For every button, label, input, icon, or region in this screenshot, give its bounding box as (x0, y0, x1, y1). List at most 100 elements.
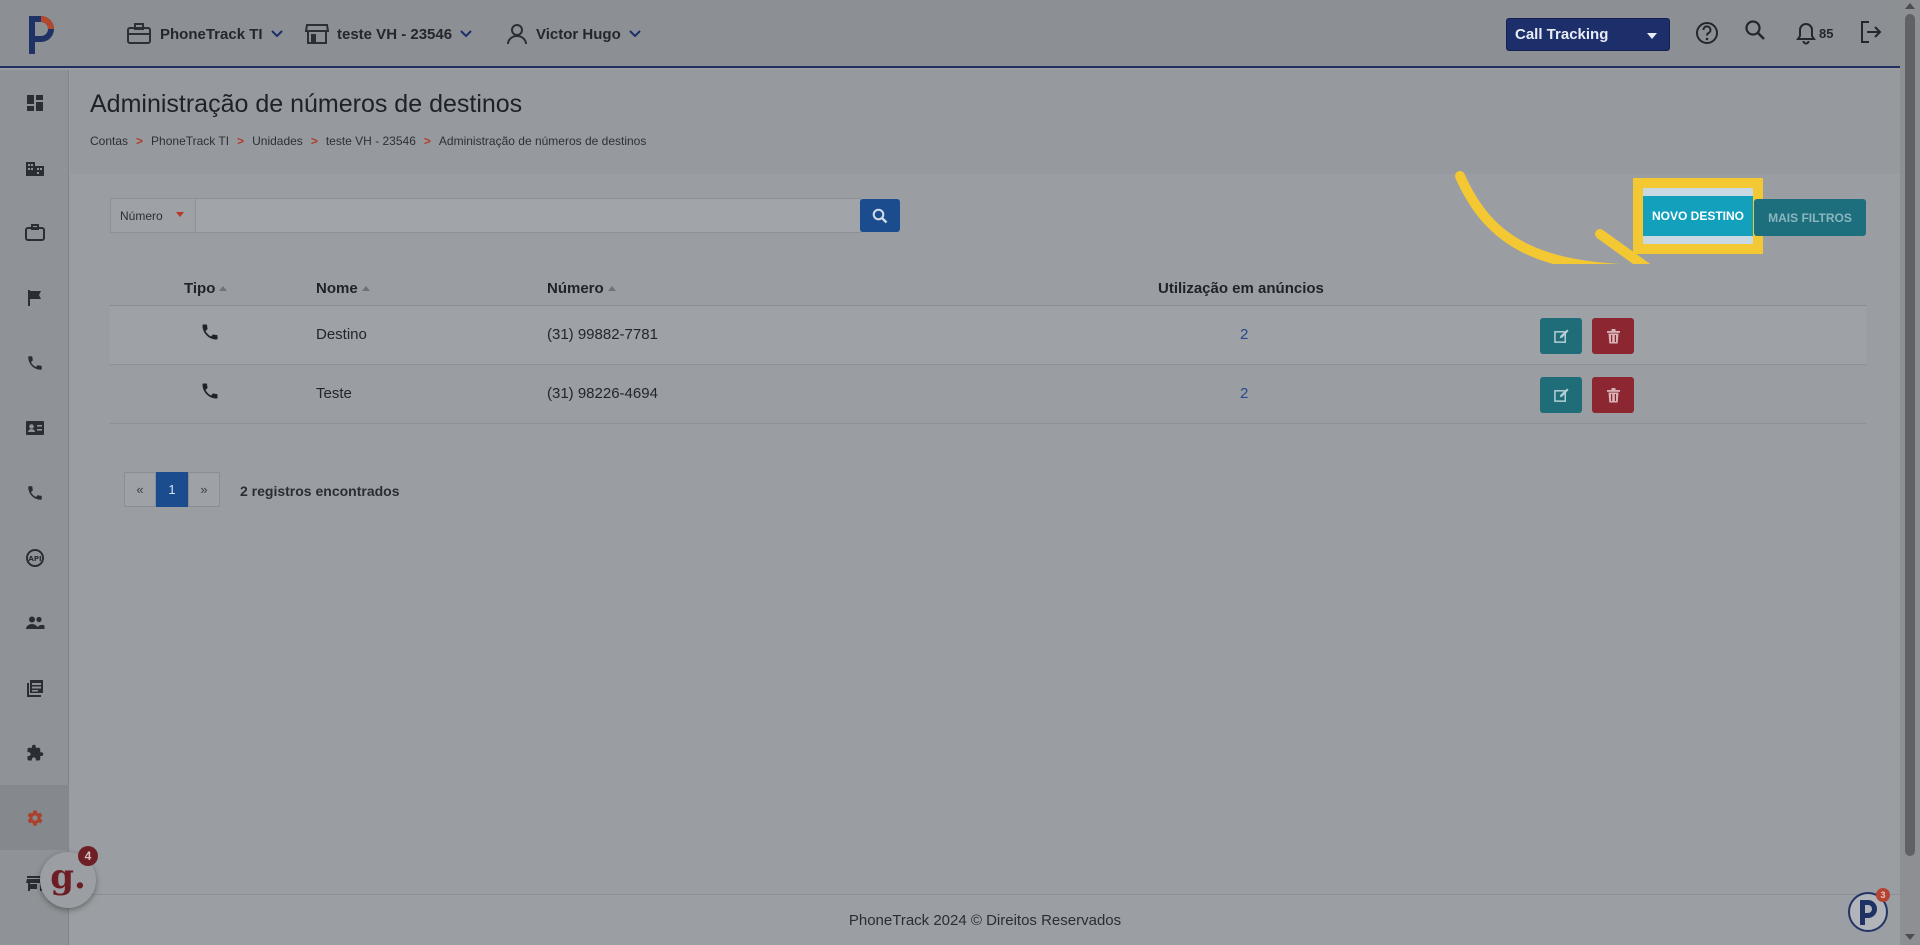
pagination-prev[interactable]: « (124, 472, 156, 507)
unit-name: teste VH - 23546 (337, 25, 453, 43)
flag-icon (27, 289, 41, 306)
account-name: PhoneTrack TI (160, 25, 263, 43)
scroll-down-arrow[interactable] (1905, 934, 1915, 940)
breadcrumb-item-unit[interactable]: teste VH - 23546 (326, 134, 416, 148)
delete-button[interactable] (1592, 318, 1634, 354)
account-selector[interactable]: PhoneTrack TI (126, 20, 283, 48)
search-field-select-value: Número (120, 208, 163, 223)
column-header-nome[interactable]: Nome (316, 280, 370, 297)
notifications[interactable]: 85 (1795, 21, 1833, 45)
phonetrack-logo[interactable] (22, 12, 58, 56)
new-destination-label: NOVO DESTINO (1643, 188, 1753, 244)
cell-usage-link[interactable]: 2 (1240, 385, 1248, 402)
guide-widget-badge: 4 (78, 846, 98, 866)
more-filters-button[interactable]: MAIS FILTROS (1754, 199, 1866, 236)
top-navbar: PhoneTrack TI teste VH - 23546 Victor Hu… (0, 0, 1900, 68)
notifications-count: 85 (1819, 25, 1834, 41)
sidebar-item-phone-numbers[interactable] (0, 460, 69, 525)
sidebar-item-users[interactable] (0, 590, 69, 655)
breadcrumb-item-current: Administração de números de destinos (438, 134, 647, 148)
phonetrack-chat-icon (1860, 900, 1877, 925)
unit-selector[interactable]: teste VH - 23546 (305, 20, 472, 48)
cell-name: Teste (316, 385, 352, 402)
sort-icon (607, 286, 616, 291)
cell-number: (31) 99882-7781 (547, 326, 658, 343)
scroll-up-arrow[interactable] (1905, 3, 1915, 9)
sidebar-item-campaigns[interactable] (0, 265, 69, 330)
pagination-next[interactable]: » (188, 472, 220, 507)
breadcrumb-separator: > (136, 134, 144, 148)
store-icon (305, 24, 329, 44)
caret-down-icon (176, 212, 184, 217)
sidebar-item-integrations[interactable]: API (0, 525, 69, 590)
breadcrumb-item-contas[interactable]: Contas (90, 134, 128, 148)
column-label: Número (547, 280, 604, 297)
sidebar-item-reports[interactable] (0, 655, 69, 720)
page-scrollbar[interactable] (1900, 0, 1920, 945)
product-select-value: Call Tracking (1515, 26, 1609, 43)
chevron-down-icon (270, 30, 283, 38)
footer-text: PhoneTrack 2024 © Direitos Reservados (848, 911, 1122, 929)
sidebar-item-dashboard[interactable] (0, 70, 69, 135)
delete-button[interactable] (1592, 377, 1634, 413)
pagination-page[interactable]: 1 (156, 472, 188, 507)
sidebar-item-company[interactable] (0, 135, 69, 200)
column-header-utilizacao: Utilização em anúncios (1158, 280, 1324, 297)
table-row: Destino (31) 99882-7781 2 (110, 306, 1866, 365)
sidebar-item-extensions[interactable] (0, 720, 69, 785)
column-label: Utilização em anúncios (1158, 280, 1324, 297)
column-label: Tipo (184, 280, 216, 297)
column-header-tipo[interactable]: Tipo (184, 280, 228, 297)
annotation-arrow (1455, 171, 1651, 264)
phone-icon (200, 381, 220, 405)
breadcrumb-separator: > (423, 134, 431, 148)
chevron-down-icon (629, 30, 641, 38)
phone-icon (27, 355, 42, 370)
breadcrumb-item-unidades[interactable]: Unidades (252, 134, 303, 148)
briefcase-icon (24, 223, 45, 241)
gear-icon (27, 810, 42, 826)
scroll-thumb[interactable] (1905, 14, 1915, 856)
bell-icon (1796, 22, 1816, 45)
column-header-numero[interactable]: Número (547, 280, 616, 297)
search-icon[interactable] (1743, 18, 1769, 44)
edit-button[interactable] (1540, 318, 1582, 354)
chevron-down-icon (460, 30, 472, 38)
pagination: « 1 » (124, 472, 220, 507)
help-icon[interactable] (1694, 20, 1720, 46)
search-input[interactable] (195, 198, 861, 233)
breadcrumb-separator: > (237, 134, 245, 148)
breadcrumb-item-account[interactable]: PhoneTrack TI (151, 134, 229, 148)
trash-icon (1606, 328, 1620, 343)
breadcrumb: Contas > PhoneTrack TI > Unidades > test… (90, 134, 646, 148)
main-content: Número NOVO DESTINO MAIS FILTROS Tipo No… (70, 171, 1900, 894)
product-select[interactable]: Call Tracking (1506, 18, 1670, 51)
breadcrumb-separator: > (310, 134, 318, 148)
support-chat-badge: 3 (1876, 888, 1890, 902)
cell-number: (31) 98226-4694 (547, 385, 658, 402)
puzzle-icon (27, 744, 43, 760)
trash-icon (1606, 387, 1620, 402)
records-count: 2 registros encontrados (240, 483, 400, 499)
edit-button[interactable] (1540, 377, 1582, 413)
sidebar-item-settings[interactable] (0, 785, 69, 850)
logout-icon[interactable] (1858, 19, 1884, 45)
phone-icon (27, 485, 42, 500)
sidebar: API (0, 70, 69, 945)
search-field-select[interactable]: Número (110, 198, 195, 233)
api-icon: API (25, 548, 44, 567)
sidebar-item-briefcase[interactable] (0, 200, 69, 265)
sidebar-item-calls[interactable] (0, 330, 69, 395)
user-icon (507, 24, 527, 45)
user-menu[interactable]: Victor Hugo (506, 20, 641, 48)
dashboard-icon (26, 94, 43, 111)
contact-card-icon (25, 420, 44, 435)
people-icon (25, 616, 44, 629)
table-row: Teste (31) 98226-4694 2 (110, 365, 1866, 424)
sidebar-item-contacts[interactable] (0, 395, 69, 460)
sort-icon (219, 286, 228, 291)
cell-usage-link[interactable]: 2 (1240, 326, 1248, 343)
search-button[interactable] (860, 199, 900, 232)
new-destination-button[interactable]: NOVO DESTINO (1633, 178, 1763, 254)
phone-icon (200, 322, 220, 346)
